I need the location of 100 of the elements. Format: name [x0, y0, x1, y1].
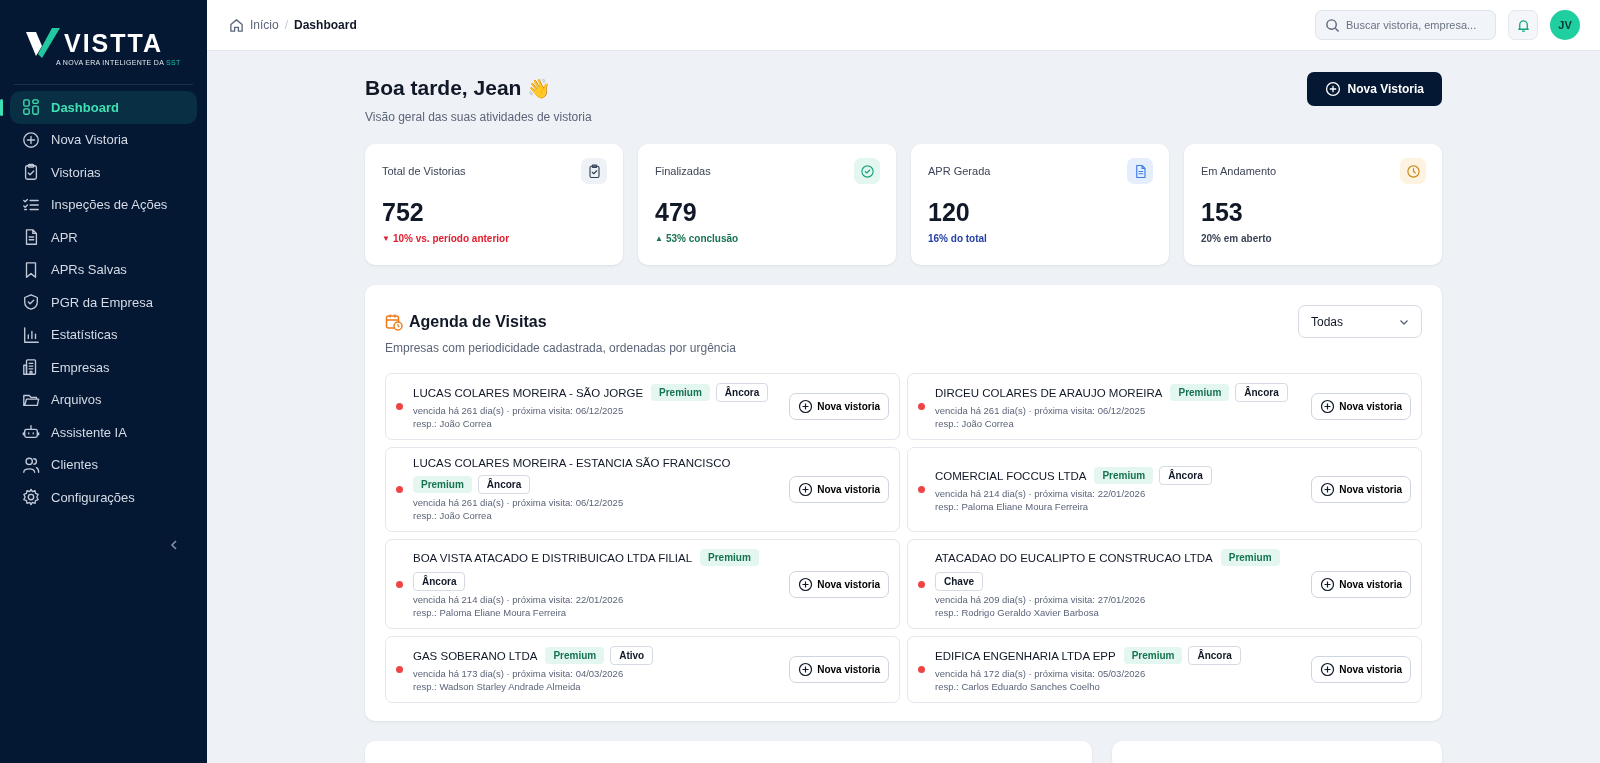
breadcrumb-link[interactable]: Início	[250, 18, 279, 32]
search-icon	[1325, 18, 1340, 33]
user-avatar[interactable]: JV	[1550, 10, 1580, 40]
gear-icon	[22, 488, 40, 507]
nav-item[interactable]: Clientes	[10, 448, 197, 481]
up-triangle-icon: ▲	[655, 234, 663, 243]
stat-note: ▲ 53% conclusão	[655, 233, 740, 244]
shield-check-icon	[22, 293, 40, 312]
tag: Premium	[700, 549, 759, 566]
company-name: BOA VISTA ATACADO E DISTRIBUICAO LTDA FILIAL	[413, 551, 693, 564]
stat-note: ▼ 10% vs. período anterior	[382, 233, 511, 244]
plus-circle-icon	[798, 576, 814, 592]
tag: Âncora	[715, 383, 769, 402]
agenda-title: Agenda de Visitas	[409, 313, 547, 331]
wave-emoji: 👋	[527, 76, 552, 100]
plus-circle-icon	[1320, 576, 1336, 592]
nav-item[interactable]: APRs Salvas	[10, 253, 197, 286]
plus-circle-icon	[1320, 399, 1336, 414]
tag: Premium	[413, 476, 472, 493]
tag: Premium	[545, 647, 605, 664]
tag: Âncora	[413, 572, 466, 591]
new-inspection-button[interactable]: Nova vistoria	[789, 393, 889, 420]
new-inspection-button[interactable]: Nova vistoria	[1311, 393, 1411, 420]
grid-icon	[22, 98, 40, 117]
stat-note: 16% do total	[928, 233, 988, 244]
responsible-text: resp.: Carlos Eduardo Sanches Coelho	[935, 680, 1101, 693]
company-name: ATACADAO DO EUCALIPTO E CONSTRUCAO LTDA	[935, 551, 1213, 564]
stat-note: 20% em aberto	[1201, 233, 1273, 244]
nav-item[interactable]: Inspeções de Ações	[10, 188, 197, 221]
clipboard-check-icon	[586, 163, 602, 179]
tag: Premium	[1094, 467, 1154, 484]
plus-circle-icon	[22, 130, 40, 149]
plus-circle-icon	[798, 399, 814, 414]
nav-item[interactable]: Arquivos	[10, 383, 197, 416]
responsible-text: resp.: Wadson Starley Andrade Almeida	[413, 680, 582, 693]
stat-label: Total de Vistorias	[382, 165, 466, 177]
stat-label: Finalizadas	[655, 165, 711, 177]
tag: Âncora	[1188, 646, 1241, 665]
filter-dropdown[interactable]: Todas	[1298, 305, 1422, 338]
active-indicator	[0, 99, 3, 116]
stat-value: 479	[655, 198, 698, 227]
new-inspection-button[interactable]: Nova vistoria	[789, 476, 889, 503]
tag: Premium	[651, 384, 710, 401]
responsible-text: resp.: Paloma Eliane Moura Ferreira	[413, 606, 568, 619]
stat-value: 153	[1201, 198, 1244, 227]
plus-circle-icon	[798, 662, 814, 677]
due-text: vencida há 209 dia(s) · próxima visita: 27/01/2026	[935, 593, 1147, 606]
nav-item[interactable]: Assistente IA	[10, 416, 197, 449]
tag: Ativo	[610, 646, 654, 665]
down-triangle-icon: ▼	[382, 234, 390, 243]
collapse-chevron-icon[interactable]	[169, 539, 179, 550]
stat-value: 120	[928, 198, 971, 227]
plus-circle-icon	[1324, 81, 1341, 97]
new-inspection-button[interactable]: Nova vistoria	[789, 656, 889, 683]
check-circle-icon	[859, 163, 875, 179]
search-field[interactable]: Buscar vistoria, empresa...	[1315, 10, 1496, 40]
nav-item[interactable]: Empresas	[10, 351, 197, 384]
tag: Chave	[935, 572, 983, 591]
responsible-text: resp.: João Correa	[413, 417, 493, 430]
company-name: LUCAS COLARES MOREIRA - SÃO JORGE	[413, 386, 644, 399]
tag: Âncora	[477, 475, 531, 494]
nav-item[interactable]: PGR da Empresa	[10, 286, 197, 319]
nav-item[interactable]: Vistorias	[10, 156, 197, 189]
stat-value: 752	[382, 198, 425, 227]
nav-item[interactable]: Estatísticas	[10, 318, 197, 351]
tag: Premium	[1123, 647, 1183, 664]
stat-label: Em Andamento	[1201, 165, 1277, 177]
new-inspection-button[interactable]: Nova vistoria	[1311, 476, 1411, 503]
greeting-subtitle: Visão geral das suas atividades de vistoria	[365, 110, 592, 124]
company-name: DIRCEU COLARES DE ARAUJO MOREIRA	[935, 386, 1163, 399]
due-text: vencida há 261 dia(s) · próxima visita: 06/12/2025	[413, 496, 625, 509]
users-icon	[22, 455, 40, 474]
new-inspection-button[interactable]: Nova vistoria	[1311, 570, 1411, 598]
plus-circle-icon	[798, 482, 814, 497]
bell-icon	[1515, 17, 1531, 33]
nav-item[interactable]: Nova Vistoria	[10, 123, 197, 156]
due-text: vencida há 214 dia(s) · próxima visita: 22/01/2026	[413, 593, 625, 606]
calendar-clock-icon	[385, 313, 403, 331]
breadcrumb-separator: /	[284, 18, 289, 32]
notifications-button[interactable]	[1508, 10, 1538, 40]
logo-text: VISTTA	[64, 28, 164, 58]
logo-mark-icon	[26, 28, 60, 58]
home-icon[interactable]	[229, 17, 244, 33]
due-text: vencida há 261 dia(s) · próxima visita: 06/12/2025	[935, 404, 1147, 417]
tag: Âncora	[1159, 466, 1212, 485]
plus-circle-icon	[1320, 662, 1336, 677]
tag: Âncora	[1235, 383, 1288, 402]
nav-item[interactable]: APR	[10, 221, 197, 254]
clipboard-check-icon	[22, 163, 40, 182]
breadcrumb-current: Dashboard	[294, 18, 357, 32]
new-inspection-button[interactable]: Nova vistoria	[1311, 656, 1411, 683]
company-name: GAS SOBERANO LTDA	[413, 649, 538, 662]
new-inspection-button[interactable]: Nova vistoria	[789, 570, 889, 598]
nav-item[interactable]: Configurações	[10, 481, 197, 514]
bar-chart-icon	[22, 325, 40, 344]
greeting-title: Boa tarde, Jean	[365, 76, 522, 100]
new-inspection-button[interactable]: Nova Vistoria	[1306, 72, 1442, 106]
agenda-subtitle: Empresas com periodicidade cadastrada, ordenadas por urgência	[385, 341, 736, 355]
responsible-text: resp.: Paloma Eliane Moura Ferreira	[935, 500, 1090, 513]
responsible-text: resp.: Rodrigo Geraldo Xavier Barbosa	[935, 606, 1100, 619]
